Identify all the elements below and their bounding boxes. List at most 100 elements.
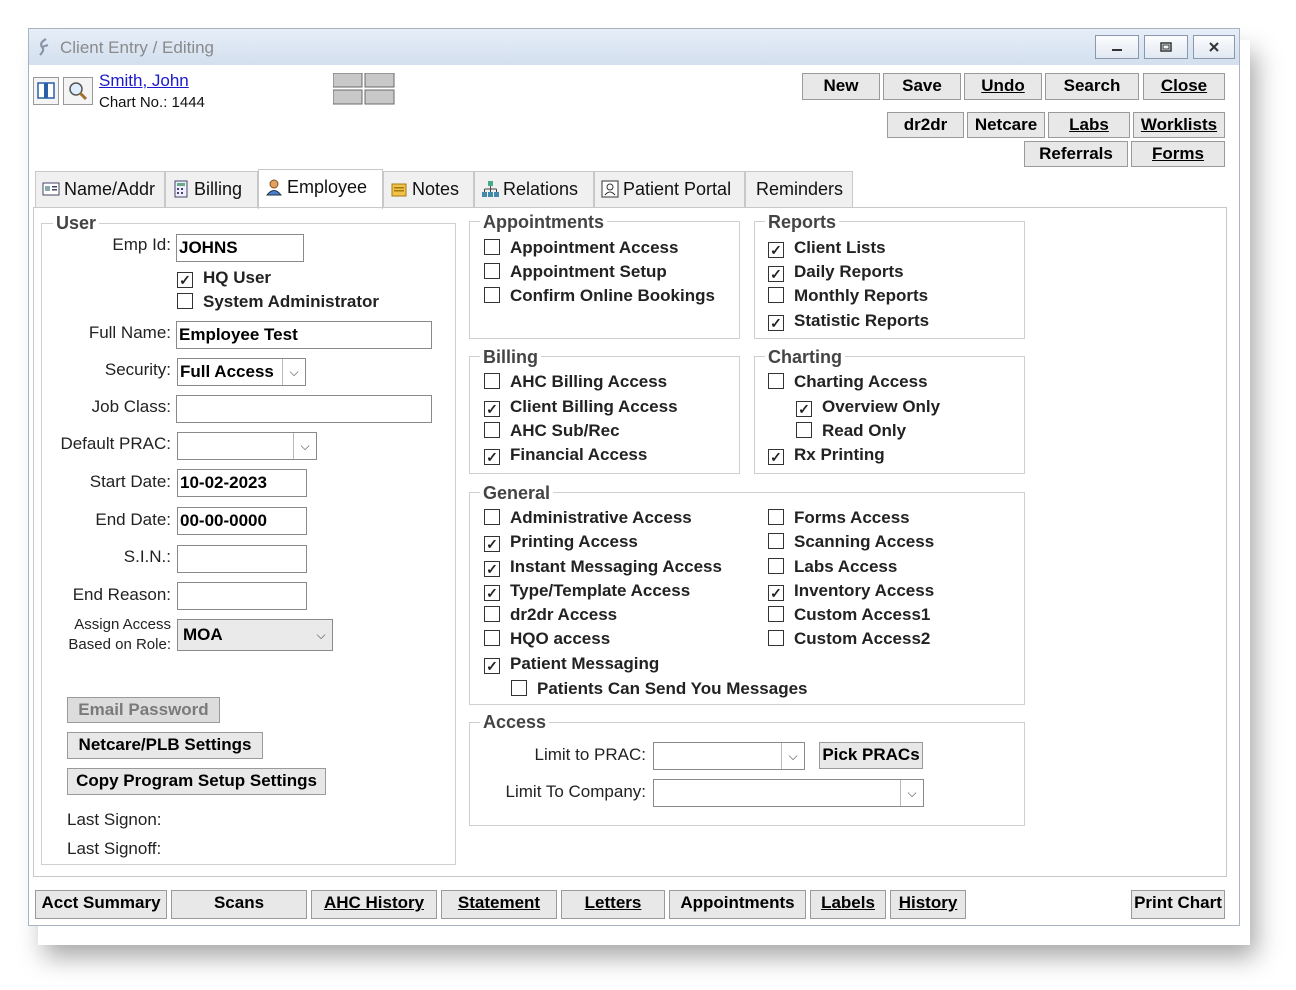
- hq-user-checkbox[interactable]: ✓ HQ User: [177, 267, 271, 289]
- custom-access2-checkbox[interactable]: Custom Access2: [768, 628, 930, 650]
- save-button[interactable]: Save: [883, 73, 961, 100]
- daily-reports-checkbox[interactable]: ✓ Daily Reports: [768, 261, 904, 283]
- full-name-field[interactable]: Employee Test: [176, 321, 432, 349]
- ahc-sub-rec-checkbox[interactable]: AHC Sub/Rec: [484, 420, 620, 442]
- tab-label: Employee: [287, 177, 368, 197]
- close-button[interactable]: Close: [1143, 73, 1225, 100]
- limit-prac-select[interactable]: ⌵: [653, 742, 805, 770]
- statement-button[interactable]: Statement: [441, 890, 557, 919]
- patients-can-send-messages-checkbox[interactable]: Patients Can Send You Messages: [511, 678, 808, 700]
- checkbox-box: [484, 287, 500, 303]
- tab-relations[interactable]: Relations: [474, 171, 594, 207]
- panel-toggle-button[interactable]: [33, 77, 59, 105]
- rx-printing-checkbox[interactable]: ✓ Rx Printing: [768, 444, 885, 466]
- role-select[interactable]: MOA ⌵: [177, 619, 333, 651]
- search-button[interactable]: Search: [1045, 73, 1139, 100]
- system-administrator-checkbox[interactable]: System Administrator: [177, 291, 379, 313]
- start-date-field[interactable]: 10-02-2023: [177, 469, 307, 497]
- emp-id-field[interactable]: JOHNS: [176, 234, 304, 262]
- type-template-access-checkbox[interactable]: ✓ Type/Template Access: [484, 580, 690, 602]
- confirm-online-bookings-checkbox[interactable]: Confirm Online Bookings: [484, 285, 715, 307]
- statistic-reports-checkbox[interactable]: ✓ Statistic Reports: [768, 310, 929, 332]
- charting-access-checkbox[interactable]: Charting Access: [768, 371, 928, 393]
- instant-messaging-access-checkbox[interactable]: ✓ Instant Messaging Access: [484, 556, 722, 578]
- checkbox-label: Patients Can Send You Messages: [537, 679, 808, 698]
- client-name-link[interactable]: Smith, John: [99, 71, 189, 91]
- client-lists-checkbox[interactable]: ✓ Client Lists: [768, 237, 886, 259]
- minimize-button[interactable]: [1095, 35, 1139, 59]
- tab-notes[interactable]: Notes: [383, 171, 474, 207]
- tab-reminders[interactable]: Reminders: [745, 171, 853, 207]
- scanning-access-checkbox[interactable]: Scanning Access: [768, 531, 934, 553]
- checkbox-label: Custom Access2: [794, 629, 931, 648]
- hierarchy-icon: [482, 181, 499, 197]
- netcare-plb-settings-button[interactable]: Netcare/PLB Settings: [67, 732, 263, 759]
- scans-button[interactable]: Scans: [171, 890, 307, 919]
- netcare-button[interactable]: Netcare: [967, 112, 1045, 138]
- tab-patient-portal[interactable]: Patient Portal: [594, 171, 745, 207]
- end-date-label: End Date:: [95, 510, 171, 529]
- chevron-down-icon: ⌵: [900, 780, 923, 806]
- history-button[interactable]: History: [890, 890, 966, 919]
- default-prac-select[interactable]: ⌵: [177, 432, 317, 460]
- printing-access-checkbox[interactable]: ✓ Printing Access: [484, 531, 638, 553]
- forms-button[interactable]: Forms: [1131, 141, 1225, 167]
- close-icon: [1209, 42, 1219, 52]
- client-billing-access-checkbox[interactable]: ✓ Client Billing Access: [484, 396, 678, 418]
- email-password-button[interactable]: Email Password: [67, 697, 220, 723]
- tab-employee[interactable]: Employee: [258, 169, 383, 209]
- labs-access-checkbox[interactable]: Labs Access: [768, 556, 897, 578]
- administrative-access-checkbox[interactable]: Administrative Access: [484, 507, 692, 529]
- appointment-setup-checkbox[interactable]: Appointment Setup: [484, 261, 667, 283]
- job-class-field[interactable]: [176, 395, 432, 423]
- print-chart-button[interactable]: Print Chart: [1131, 890, 1225, 919]
- access-group-title: Access: [480, 712, 550, 733]
- dr2dr-button[interactable]: dr2dr: [887, 112, 964, 138]
- close-window-button[interactable]: [1193, 35, 1235, 59]
- sin-field[interactable]: [177, 545, 307, 573]
- acct-summary-button[interactable]: Acct Summary: [35, 890, 167, 919]
- copy-program-setup-button[interactable]: Copy Program Setup Settings: [67, 768, 326, 795]
- undo-button[interactable]: Undo: [964, 73, 1042, 100]
- checkbox-label: Confirm Online Bookings: [510, 286, 715, 305]
- custom-access1-checkbox[interactable]: Custom Access1: [768, 604, 930, 626]
- appointment-access-checkbox[interactable]: Appointment Access: [484, 237, 678, 259]
- app-logo-icon: [39, 38, 49, 56]
- end-reason-field[interactable]: [177, 582, 307, 610]
- financial-access-checkbox[interactable]: ✓ Financial Access: [484, 444, 647, 466]
- limit-company-select[interactable]: ⌵: [653, 779, 924, 807]
- overview-only-checkbox[interactable]: ✓ Overview Only: [796, 396, 940, 418]
- ahc-history-button[interactable]: AHC History: [311, 890, 437, 919]
- client-search-button[interactable]: [63, 77, 93, 105]
- checkbox-label: Forms Access: [794, 508, 910, 527]
- referrals-button[interactable]: Referrals: [1024, 141, 1128, 167]
- pick-pracs-button[interactable]: Pick PRACs: [819, 742, 923, 769]
- ahc-billing-access-checkbox[interactable]: AHC Billing Access: [484, 371, 667, 393]
- checkbox-label: Statistic Reports: [794, 311, 930, 330]
- letters-button[interactable]: Letters: [561, 890, 665, 919]
- labels-button[interactable]: Labels: [810, 890, 886, 919]
- magnifier-icon: [69, 82, 88, 101]
- dr2dr-access-checkbox[interactable]: dr2dr Access: [484, 604, 617, 626]
- new-button[interactable]: New: [802, 73, 880, 100]
- monthly-reports-checkbox[interactable]: Monthly Reports: [768, 285, 928, 307]
- title-bar[interactable]: Client Entry / Editing: [29, 29, 1239, 65]
- forms-access-checkbox[interactable]: Forms Access: [768, 507, 910, 529]
- end-date-field[interactable]: 00-00-0000: [177, 507, 307, 535]
- appointments-button[interactable]: Appointments: [669, 890, 806, 919]
- hqo-access-checkbox[interactable]: HQO access: [484, 628, 610, 650]
- security-select[interactable]: Full Access ⌵: [177, 358, 306, 386]
- checkbox-label: Administrative Access: [510, 508, 692, 527]
- patient-messaging-checkbox[interactable]: ✓ Patient Messaging: [484, 653, 659, 675]
- checkbox-box: [177, 293, 193, 309]
- inventory-access-checkbox[interactable]: ✓ Inventory Access: [768, 580, 934, 602]
- labs-button[interactable]: Labs: [1048, 112, 1130, 138]
- tab-billing[interactable]: Billing: [165, 171, 258, 207]
- checkbox-box: ✓: [768, 242, 784, 258]
- checkbox-label: Appointment Access: [510, 238, 679, 257]
- read-only-checkbox[interactable]: Read Only: [796, 420, 906, 442]
- worklists-button[interactable]: Worklists: [1133, 112, 1225, 138]
- maximize-button[interactable]: [1144, 35, 1188, 59]
- tab-name-addr[interactable]: Name/Addr: [35, 171, 165, 207]
- restore-icon: [1160, 42, 1172, 52]
